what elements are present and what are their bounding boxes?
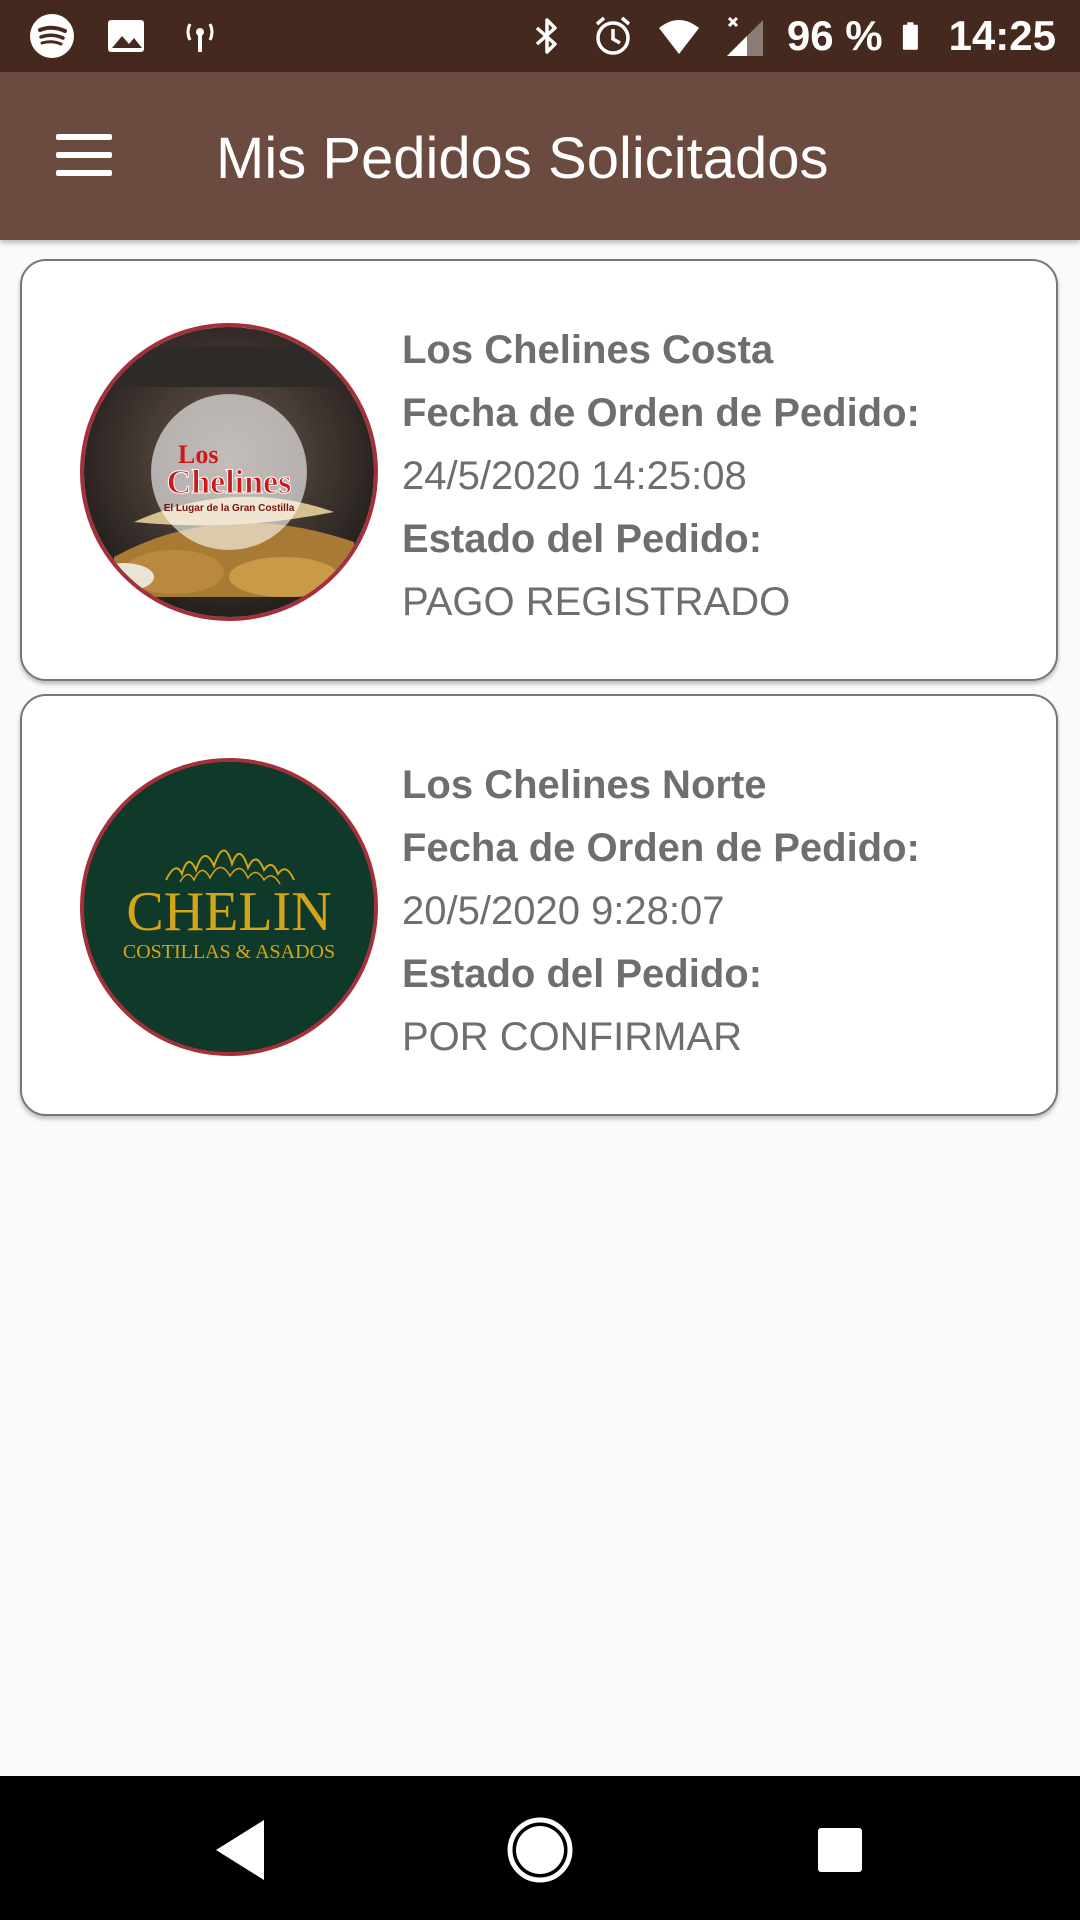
clock: 14:25 — [948, 12, 1056, 59]
order-info: Los Chelines Norte Fecha de Orden de Ped… — [402, 754, 1022, 1069]
logo-text-chelines: Chelines — [167, 464, 292, 501]
logo-subtitle: COSTILLAS & ASADOS — [123, 941, 335, 963]
order-info: Los Chelines Costa Fecha de Orden de Ped… — [402, 319, 1022, 634]
cell-signal-icon — [726, 16, 763, 56]
back-icon[interactable] — [206, 1814, 278, 1886]
broadcast-icon — [186, 23, 214, 52]
battery-icon — [902, 22, 918, 50]
image-icon — [108, 20, 144, 52]
recents-icon[interactable] — [804, 1814, 876, 1886]
logo-tagline: El Lugar de la Gran Costilla — [164, 503, 295, 514]
date-value: 20/5/2020 9:28:07 — [402, 889, 725, 933]
date-value: 24/5/2020 14:25:08 — [402, 454, 747, 498]
order-card[interactable]: CHELIN COSTILLAS & ASADOS Los Chelines N… — [20, 694, 1058, 1116]
wifi-icon — [658, 20, 699, 54]
logo-text-chelin: CHELIN — [126, 881, 331, 943]
status-label: Estado del Pedido: — [402, 952, 763, 996]
status-value: POR CONFIRMAR — [402, 1015, 742, 1059]
status-bar: 96 % 14:25 — [0, 0, 1080, 72]
order-card[interactable]: Los Chelines El Lugar de la Gran Costill… — [20, 259, 1058, 681]
notification-icons — [28, 12, 224, 60]
restaurant-logo: CHELIN COSTILLAS & ASADOS — [80, 758, 378, 1056]
restaurant-name: Los Chelines Norte — [402, 763, 767, 807]
bluetooth-icon — [535, 18, 557, 54]
alarm-icon — [595, 16, 630, 55]
navigation-bar — [0, 1776, 1080, 1920]
restaurant-logo: Los Chelines El Lugar de la Gran Costill… — [80, 323, 378, 621]
date-label: Fecha de Orden de Pedido: — [402, 391, 920, 435]
spotify-icon — [30, 14, 74, 58]
home-icon[interactable] — [504, 1814, 576, 1886]
status-value: PAGO REGISTRADO — [402, 580, 791, 624]
date-label: Fecha de Orden de Pedido: — [402, 826, 920, 870]
status-label: Estado del Pedido: — [402, 517, 763, 561]
app-bar: Mis Pedidos Solicitados — [0, 72, 1080, 240]
system-icons: 96 % 14:25 — [523, 10, 1056, 62]
hamburger-menu-icon[interactable] — [44, 120, 124, 190]
restaurant-name: Los Chelines Costa — [402, 328, 774, 372]
battery-percent: 96 % — [786, 12, 883, 59]
page-title: Mis Pedidos Solicitados — [216, 126, 829, 191]
